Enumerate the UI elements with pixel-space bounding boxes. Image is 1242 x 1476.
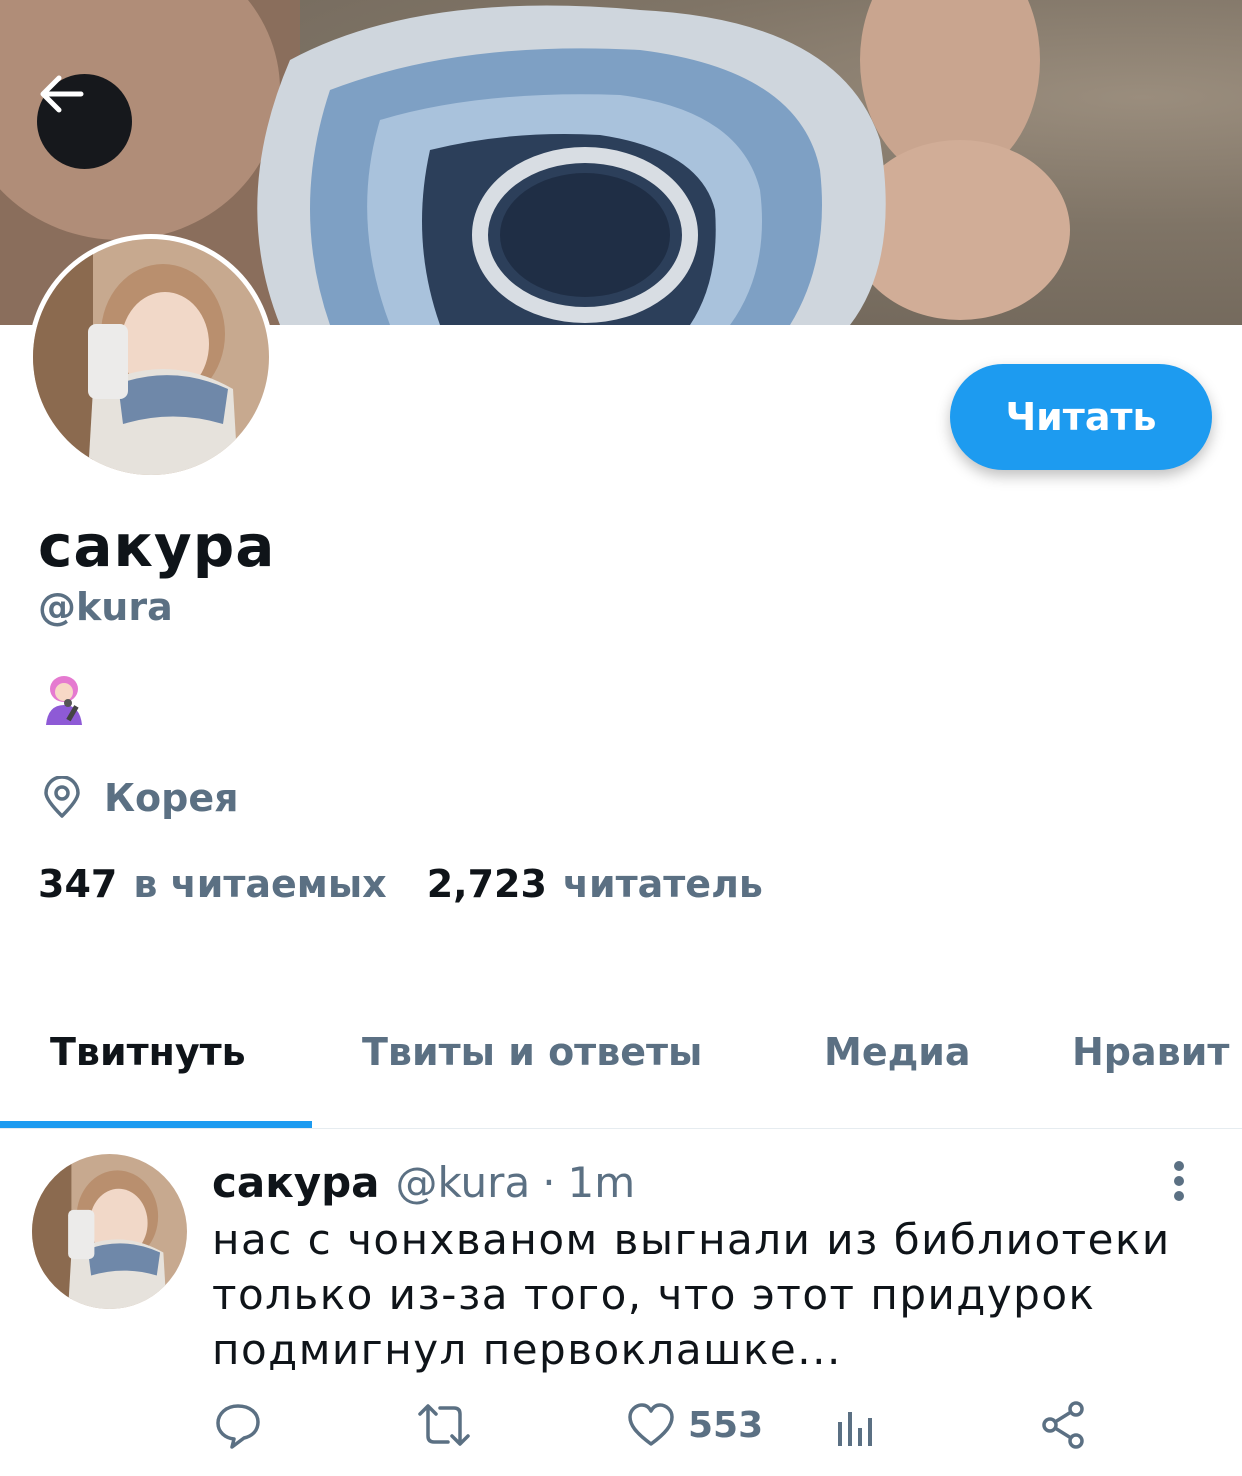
profile-tabs: Твитнуть Твиты и ответы Медиа Нравит xyxy=(0,1030,1242,1128)
follow-button[interactable]: Читать xyxy=(950,364,1212,470)
share-button[interactable] xyxy=(1040,1400,1086,1450)
arrow-left-icon xyxy=(40,75,84,113)
following-count[interactable]: 347 xyxy=(38,862,117,906)
followers-label[interactable]: читатель xyxy=(563,862,763,906)
tweet-header: сакура @kura · 1m xyxy=(212,1158,635,1207)
retweet-button[interactable] xyxy=(416,1400,472,1450)
profile-handle: @kura xyxy=(38,585,173,629)
more-options-icon[interactable] xyxy=(1164,1160,1194,1202)
analytics-button[interactable] xyxy=(834,1400,878,1450)
location-pin-icon xyxy=(44,776,80,818)
like-button[interactable]: 553 xyxy=(626,1400,763,1450)
avatar-image xyxy=(32,1154,187,1309)
tab-tweets[interactable]: Твитнуть xyxy=(50,1030,246,1074)
profile-avatar[interactable] xyxy=(28,234,274,480)
avatar-image xyxy=(33,239,269,475)
tabs-divider xyxy=(0,1128,1242,1129)
retweet-icon xyxy=(418,1404,470,1446)
profile-name: сакура xyxy=(38,512,276,580)
followers-count[interactable]: 2,723 xyxy=(427,862,547,906)
back-button[interactable] xyxy=(37,74,132,169)
share-icon xyxy=(1042,1401,1084,1449)
profile-stats: 347 в читаемых 2,723 читатель xyxy=(38,862,763,906)
like-count: 553 xyxy=(688,1404,764,1446)
location-text: Корея xyxy=(104,776,239,820)
tweet-actions: 553 xyxy=(0,1400,1242,1470)
tweet-avatar[interactable] xyxy=(32,1154,187,1309)
tweet-separator: · xyxy=(542,1158,556,1207)
tweet-text: нас с чонхваном выгнали из библиотеки то… xyxy=(212,1215,1171,1374)
tab-tweets-and-replies[interactable]: Твиты и ответы xyxy=(362,1030,702,1074)
analytics-icon xyxy=(838,1412,872,1446)
reply-icon xyxy=(216,1404,260,1449)
tab-likes[interactable]: Нравит xyxy=(1072,1030,1229,1074)
following-label[interactable]: в читаемых xyxy=(133,862,386,906)
tweet-timestamp[interactable]: 1m xyxy=(568,1158,636,1207)
profile-location: Корея xyxy=(40,776,239,820)
woman-singer-emoji xyxy=(40,675,88,727)
tweet-author-handle[interactable]: @kura xyxy=(396,1158,531,1207)
tab-media[interactable]: Медиа xyxy=(824,1030,971,1074)
like-icon xyxy=(628,1403,674,1446)
tweet-author-name[interactable]: сакура xyxy=(212,1158,380,1207)
reply-button[interactable] xyxy=(214,1400,262,1450)
